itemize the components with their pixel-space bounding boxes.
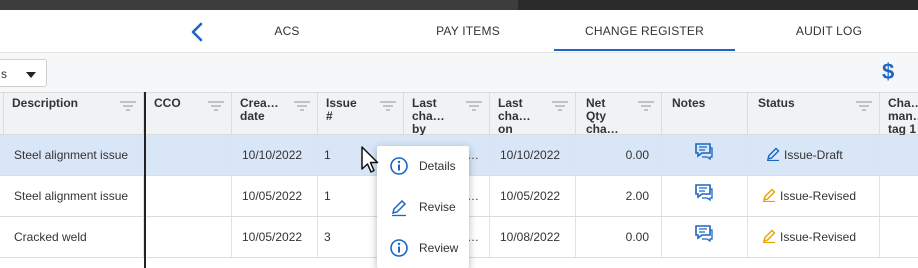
header-cco-label: CCO	[154, 96, 181, 110]
cell-status: Issue-Revised	[748, 217, 880, 257]
row-context-menu: Details Revise Review	[377, 146, 469, 268]
cell-description: Steel alignment issue	[14, 189, 129, 203]
pencil-icon	[391, 199, 407, 217]
tab-bar: ACS PAY ITEMS CHANGE REGISTER AUDIT LOG	[0, 10, 918, 52]
chevron-left-icon[interactable]	[187, 21, 209, 43]
menu-item-review[interactable]: Review	[377, 228, 469, 268]
header-issue-number[interactable]: Issue #	[318, 93, 404, 135]
cell-created-date: 10/05/2022	[242, 189, 303, 203]
menu-item-revise[interactable]: Revise	[377, 187, 469, 227]
pencil-icon	[762, 188, 776, 202]
cell-net-qty-change: 0.00	[576, 217, 662, 257]
header-notes-label: Notes	[672, 96, 706, 110]
filter-icon[interactable]	[120, 101, 136, 111]
cell-notes	[662, 217, 748, 257]
header-change-management-tag[interactable]: Cha… man… tag 1	[880, 93, 918, 136]
notes-icon[interactable]	[694, 183, 714, 201]
cell-change-management-tag	[880, 217, 918, 257]
cell-notes	[662, 135, 748, 175]
tab-acs[interactable]: ACS	[256, 10, 318, 52]
header-last-changed-on[interactable]: Last cha… on	[490, 93, 576, 136]
cell-status: Issue-Draft	[748, 135, 880, 175]
header-net-qty-change[interactable]: Net Qty cha…	[576, 93, 662, 136]
header-created-date[interactable]: Crea… date	[232, 93, 318, 135]
cell-created-date: 10/10/2022	[242, 148, 303, 162]
filter-icon[interactable]	[208, 101, 224, 111]
cell-cco	[146, 217, 232, 257]
mouse-pointer-icon	[361, 146, 379, 173]
status-text: Issue-Draft	[784, 148, 843, 162]
filter-icon[interactable]	[552, 101, 568, 111]
header-notes[interactable]: Notes	[662, 93, 748, 135]
cell-change-management-tag	[880, 176, 918, 216]
header-description[interactable]: Description	[4, 93, 144, 135]
header-last-changed-on-label: Last cha… on	[498, 96, 531, 136]
notes-icon[interactable]	[694, 142, 714, 160]
filter-icon[interactable]	[466, 101, 482, 111]
cell-net-qty-change: 0.00	[576, 135, 662, 175]
info-icon	[390, 239, 408, 257]
tab-pay-items[interactable]: PAY ITEMS	[423, 10, 513, 52]
view-select[interactable]: s	[0, 59, 47, 87]
cell-description: Cracked weld	[14, 230, 87, 244]
header-issue-number-label: Issue #	[326, 96, 357, 123]
filter-icon[interactable]	[856, 101, 872, 111]
menu-item-details-label: Details	[419, 159, 456, 173]
top-bar-dark-area	[518, 0, 918, 10]
pencil-icon	[766, 147, 780, 161]
header-status[interactable]: Status	[748, 93, 880, 135]
header-change-management-tag-label: Cha… man… tag 1	[888, 96, 918, 136]
filter-icon[interactable]	[638, 101, 654, 111]
menu-item-details[interactable]: Details	[377, 146, 469, 186]
menu-item-review-label: Review	[419, 241, 459, 255]
cell-notes	[662, 176, 748, 216]
menu-item-revise-label: Revise	[419, 200, 456, 214]
cell-cco	[146, 135, 232, 175]
cell-last-changed-on: 10/08/2022	[500, 230, 561, 244]
toolbar: s $	[0, 52, 918, 92]
cell-last-changed-on: 10/05/2022	[500, 189, 561, 203]
cell-net-qty-change: 2.00	[576, 176, 662, 216]
tab-audit-log[interactable]: AUDIT LOG	[788, 10, 870, 52]
cell-last-changed-on: 10/10/2022	[500, 148, 561, 162]
header-last-changed-by-label: Last cha… by	[412, 96, 445, 136]
cell-status: Issue-Revised	[748, 176, 880, 216]
cell-cco	[146, 176, 232, 216]
pencil-icon	[762, 229, 776, 243]
header-last-changed-by[interactable]: Last cha… by	[404, 93, 490, 136]
info-icon	[390, 157, 408, 175]
header-cco[interactable]: CCO	[146, 93, 232, 135]
filter-icon[interactable]	[380, 101, 396, 111]
header-status-label: Status	[758, 96, 795, 110]
header-created-date-label: Crea… date	[240, 96, 279, 123]
tab-change-register[interactable]: CHANGE REGISTER	[554, 10, 735, 52]
top-bar	[0, 0, 918, 10]
filter-icon[interactable]	[294, 101, 310, 111]
grid-header: Description CCO Crea… date Issue # Last …	[0, 92, 918, 136]
header-description-label: Description	[12, 96, 79, 110]
status-text: Issue-Revised	[780, 230, 857, 244]
cell-change-management-tag	[880, 135, 918, 175]
cell-issue-number: 1	[324, 148, 331, 162]
cell-created-date: 10/05/2022	[242, 230, 303, 244]
cell-issue-number: 1	[324, 189, 331, 203]
cell-description: Steel alignment issue	[14, 148, 129, 162]
view-select-value: s	[1, 67, 7, 81]
frozen-column-divider[interactable]	[144, 92, 146, 268]
cell-issue-number: 3	[324, 230, 331, 244]
header-net-qty-change-label: Net Qty cha…	[586, 96, 619, 136]
caret-down-icon	[26, 72, 36, 78]
dollar-icon[interactable]: $	[882, 59, 894, 85]
status-text: Issue-Revised	[780, 189, 857, 203]
notes-icon[interactable]	[694, 224, 714, 242]
